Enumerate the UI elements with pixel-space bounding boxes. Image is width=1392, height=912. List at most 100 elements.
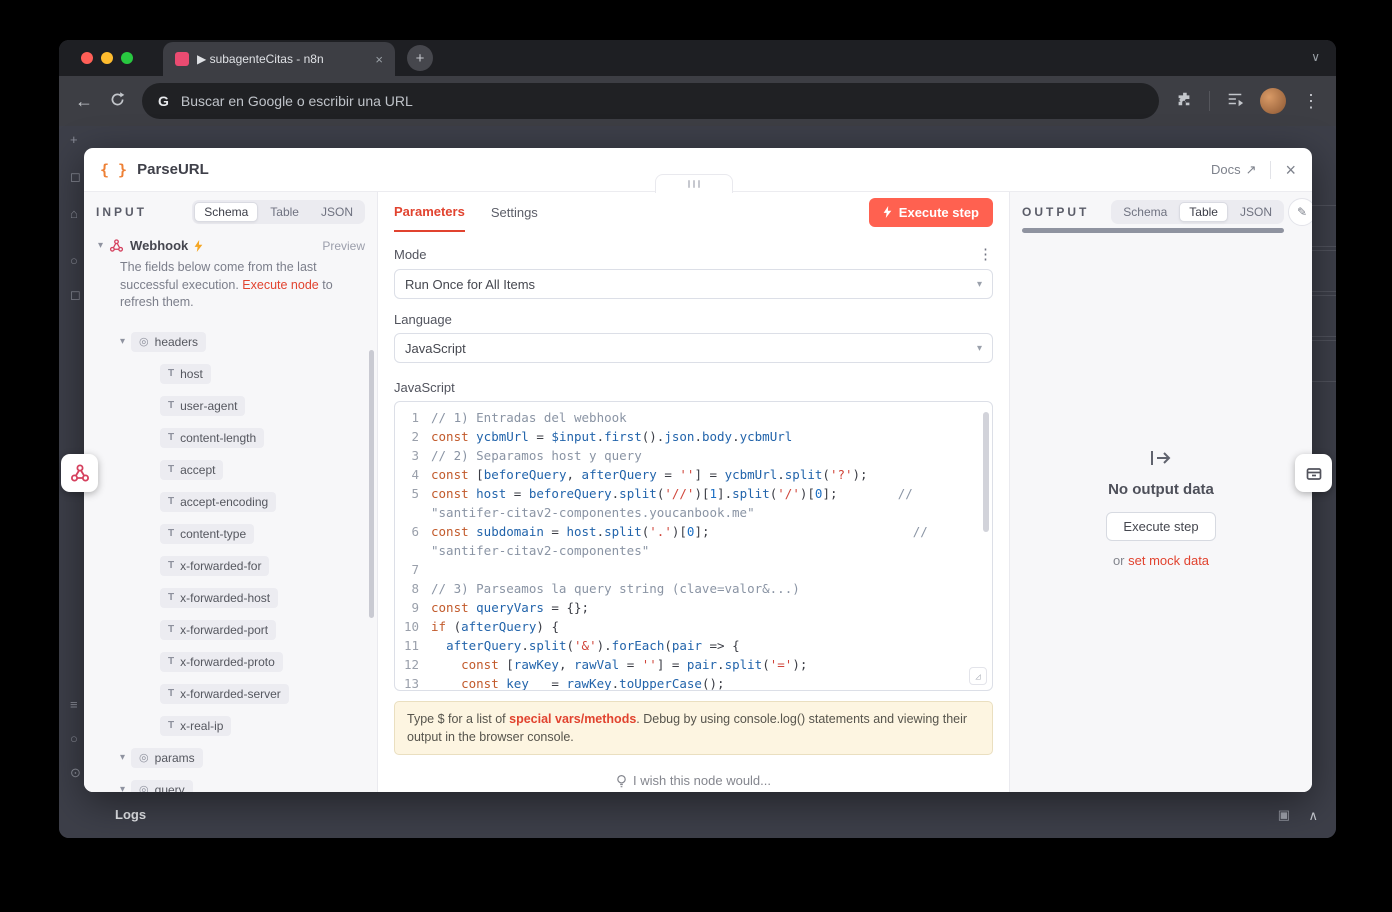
- sidebar-home-icon[interactable]: ⌂: [70, 206, 78, 221]
- input-scrollbar[interactable]: [369, 350, 374, 618]
- node-title[interactable]: ParseURL: [137, 161, 209, 178]
- execute-node-link[interactable]: Execute node: [242, 278, 318, 292]
- input-source-row[interactable]: ▾ Webhook Preview: [84, 232, 377, 253]
- browser-tab[interactable]: ▶ subagenteCitas - n8n ×: [163, 42, 395, 76]
- code-line[interactable]: 4const [beforeQuery, afterQuery = ''] = …: [395, 465, 992, 484]
- close-modal-icon[interactable]: ×: [1285, 161, 1296, 179]
- input-title: INPUT: [96, 205, 147, 219]
- output-tab-json[interactable]: JSON: [1230, 202, 1282, 222]
- schema-group-params[interactable]: ▾◎params: [84, 742, 377, 774]
- sidebar-gear-icon[interactable]: ⊙: [70, 765, 81, 781]
- reload-button[interactable]: [109, 91, 126, 111]
- chevron-down-icon[interactable]: ▾: [120, 752, 125, 763]
- schema-field-x-forwarded-proto[interactable]: Tx-forwarded-proto: [84, 646, 377, 678]
- sidebar-panel-icon[interactable]: ◻: [70, 169, 81, 185]
- code-node-icon: { }: [100, 161, 127, 179]
- extensions-button[interactable]: [1175, 90, 1193, 113]
- edit-output-button[interactable]: ✎: [1288, 198, 1312, 226]
- input-tab-json[interactable]: JSON: [311, 202, 363, 222]
- google-logo-icon: G: [158, 93, 169, 109]
- panel-toggle-icon[interactable]: ▣: [1278, 807, 1290, 823]
- schema-field-content-type[interactable]: Tcontent-type: [84, 518, 377, 550]
- code-line[interactable]: 8// 3) Parseamos la query string (clave=…: [395, 579, 992, 598]
- sidebar-menu-icon[interactable]: ≡: [70, 697, 78, 712]
- output-node-button[interactable]: [1295, 454, 1332, 492]
- collapse-chevron-icon[interactable]: ∧: [1308, 808, 1318, 824]
- code-line[interactable]: 2const ycbmUrl = $input.first().json.bod…: [395, 427, 992, 446]
- external-link-icon: ↗: [1246, 162, 1257, 178]
- header-divider: [1270, 161, 1271, 179]
- browser-window: ▶ subagenteCitas - n8n × + ∨ ← G Buscar …: [59, 40, 1336, 838]
- expand-editor-icon[interactable]: ◿: [969, 667, 987, 685]
- input-node-button[interactable]: [61, 454, 98, 492]
- browser-menu-button[interactable]: ⋮: [1302, 92, 1320, 110]
- special-vars-link[interactable]: special vars/methods: [509, 712, 636, 726]
- schema-field-x-forwarded-for[interactable]: Tx-forwarded-for: [84, 550, 377, 582]
- schema-field-x-real-ip[interactable]: Tx-real-ip: [84, 710, 377, 742]
- close-window-button[interactable]: [81, 52, 93, 64]
- chevron-down-icon[interactable]: ▾: [120, 336, 125, 347]
- chevron-down-icon[interactable]: ▾: [120, 784, 125, 792]
- sidebar-add-icon[interactable]: +: [70, 132, 78, 147]
- input-tab-table[interactable]: Table: [260, 202, 309, 222]
- address-bar[interactable]: G Buscar en Google o escribir una URL: [142, 83, 1159, 119]
- code-line[interactable]: 3// 2) Separamos host y query: [395, 446, 992, 465]
- media-queue-button[interactable]: [1226, 90, 1244, 113]
- profile-avatar[interactable]: [1260, 88, 1286, 114]
- input-tab-schema[interactable]: Schema: [194, 202, 258, 222]
- sidebar-list-icon[interactable]: ◻: [70, 287, 81, 303]
- editor-scrollbar[interactable]: [983, 412, 989, 532]
- schema-field-content-length[interactable]: Tcontent-length: [84, 422, 377, 454]
- new-tab-button[interactable]: +: [407, 45, 433, 71]
- code-line[interactable]: 10if (afterQuery) {: [395, 617, 992, 636]
- schema-field-host[interactable]: Thost: [84, 358, 377, 390]
- sidebar-user-icon[interactable]: ○: [70, 253, 78, 268]
- mock-data-row: or set mock data: [1010, 553, 1312, 568]
- output-tab-schema[interactable]: Schema: [1113, 202, 1177, 222]
- output-tab-table[interactable]: Table: [1179, 202, 1228, 222]
- schema-field-accept-encoding[interactable]: Taccept-encoding: [84, 486, 377, 518]
- panel-drag-handle[interactable]: [655, 174, 733, 193]
- code-line[interactable]: 7: [395, 560, 992, 579]
- chevron-down-icon: ▾: [977, 343, 982, 354]
- code-line[interactable]: 13 const key = rawKey.toUpperCase();: [395, 674, 992, 691]
- schema-group-query[interactable]: ▾◎query: [84, 774, 377, 793]
- tab-settings[interactable]: Settings: [491, 205, 538, 220]
- output-view-tabs: Schema Table JSON: [1111, 200, 1284, 224]
- back-button[interactable]: ←: [75, 92, 93, 110]
- code-line[interactable]: 9const queryVars = {};: [395, 598, 992, 617]
- schema-field-x-forwarded-host[interactable]: Tx-forwarded-host: [84, 582, 377, 614]
- set-mock-data-link[interactable]: set mock data: [1128, 553, 1209, 568]
- parameters-panel: Parameters Settings Execute step Mode: [378, 192, 1009, 792]
- tab-search-chevron-icon[interactable]: ∨: [1311, 50, 1320, 64]
- chevron-down-icon[interactable]: ▾: [98, 240, 103, 251]
- output-execute-step-button[interactable]: Execute step: [1106, 512, 1215, 541]
- docs-link[interactable]: Docs↗: [1211, 162, 1257, 178]
- sidebar-clock-icon[interactable]: ○: [70, 731, 78, 746]
- maximize-window-button[interactable]: [121, 52, 133, 64]
- tab-close-icon[interactable]: ×: [375, 52, 383, 67]
- minimize-window-button[interactable]: [101, 52, 113, 64]
- schema-field-x-forwarded-server[interactable]: Tx-forwarded-server: [84, 678, 377, 710]
- mode-select[interactable]: Run Once for All Items ▾: [394, 269, 993, 299]
- lightning-icon: [883, 206, 892, 218]
- code-line[interactable]: 1// 1) Entradas del webhook: [395, 408, 992, 427]
- schema-field-accept[interactable]: Taccept: [84, 454, 377, 486]
- code-line[interactable]: 5const host = beforeQuery.split('//')[1]…: [395, 484, 992, 522]
- schema-field-x-forwarded-port[interactable]: Tx-forwarded-port: [84, 614, 377, 646]
- wish-feedback-link[interactable]: I wish this node would...: [378, 773, 1009, 788]
- code-line[interactable]: 11 afterQuery.split('&').forEach(pair =>…: [395, 636, 992, 655]
- code-line[interactable]: 6const subdomain = host.split('.')[0]; /…: [395, 522, 992, 560]
- language-select[interactable]: JavaScript ▾: [394, 333, 993, 363]
- schema-group-headers[interactable]: ▾◎headers: [84, 326, 377, 358]
- output-scrollbar[interactable]: [1022, 228, 1284, 233]
- schema-field-user-agent[interactable]: Tuser-agent: [84, 390, 377, 422]
- tab-parameters[interactable]: Parameters: [394, 192, 465, 232]
- execute-step-button[interactable]: Execute step: [869, 198, 993, 227]
- code-editor[interactable]: 1// 1) Entradas del webhook2const ycbmUr…: [394, 401, 993, 691]
- parameter-options-icon[interactable]: ⋮: [978, 245, 993, 263]
- logs-toggle[interactable]: Logs: [115, 807, 146, 822]
- trigger-bolt-icon: [194, 240, 203, 252]
- webhook-node-icon: [109, 238, 124, 253]
- code-line[interactable]: 12 const [rawKey, rawVal = ''] = pair.sp…: [395, 655, 992, 674]
